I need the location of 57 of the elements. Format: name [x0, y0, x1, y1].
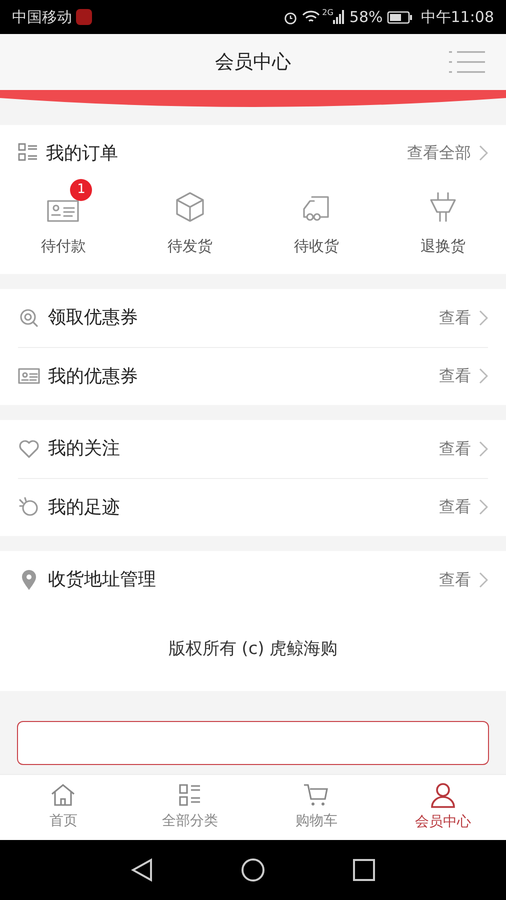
user-icon [430, 782, 456, 808]
order-status-button[interactable]: 待收货 [253, 181, 380, 266]
menu-row[interactable]: 我的关注 查看 [18, 420, 488, 478]
view-link[interactable]: 查看 [439, 364, 488, 388]
change-password-button[interactable] [17, 720, 489, 764]
chevron-right-icon [479, 145, 488, 161]
alarm-icon [283, 10, 298, 24]
view-link[interactable]: 查看 [439, 306, 488, 330]
chevron-right-icon [479, 499, 488, 515]
tab-item[interactable]: 首页 [0, 775, 126, 840]
cart-icon [303, 783, 330, 807]
menu-row[interactable]: 我的优惠券 查看 [18, 346, 488, 404]
id-card-icon [18, 367, 40, 385]
home-icon [50, 783, 76, 807]
menu-row[interactable]: 我的足迹 查看 [18, 478, 488, 536]
location-pin-icon [21, 568, 37, 590]
tab-item[interactable]: 全部分类 [126, 775, 253, 840]
view-all-link[interactable]: 查看全部 [407, 141, 488, 165]
row-label: 我的关注 [48, 437, 120, 461]
copyright-text: 版权所有 (c) 虎鲸海购 [168, 638, 338, 661]
order-status-button[interactable]: 待发货 [126, 181, 253, 266]
order-status-button[interactable]: 1 待付款 [0, 181, 126, 266]
view-link[interactable]: 查看 [439, 568, 488, 592]
tab-item[interactable]: 会员中心 [380, 775, 506, 840]
battery-percent: 58% [349, 6, 383, 28]
box-icon [174, 191, 206, 223]
carrier-name: 中国移动 [12, 6, 72, 28]
row-label: 收货地址管理 [48, 568, 156, 592]
chevron-right-icon [479, 572, 488, 588]
home-circle-icon[interactable] [241, 858, 265, 882]
chevron-right-icon [479, 310, 488, 326]
network-type: 2G [322, 7, 334, 19]
view-link[interactable]: 查看 [439, 495, 488, 519]
view-link[interactable]: 查看 [439, 436, 488, 460]
signal-icon [333, 10, 346, 24]
row-label: 领取优惠券 [48, 306, 138, 330]
heart-icon [18, 438, 40, 458]
back-icon[interactable] [131, 858, 153, 882]
battery-icon [386, 10, 413, 24]
menu-row[interactable]: 收货地址管理 查看 [18, 550, 488, 608]
wifi-icon [302, 10, 320, 24]
row-label: 我的足迹 [48, 496, 120, 520]
clock-time: 中午11:08 [420, 6, 494, 28]
list-icon [18, 143, 38, 163]
chevron-right-icon [479, 368, 488, 384]
chevron-right-icon [479, 440, 488, 456]
section-title: 我的订单 [46, 142, 118, 166]
count-badge: 1 [70, 179, 92, 201]
coupon-search-icon [19, 308, 39, 328]
menu-row[interactable]: 领取优惠券 查看 [18, 288, 488, 346]
page-title: 会员中心 [215, 50, 291, 75]
recent-apps-icon[interactable] [353, 859, 375, 881]
tab-item[interactable]: 购物车 [253, 775, 380, 840]
category-grid-icon [178, 783, 202, 807]
row-label: 我的优惠券 [48, 364, 138, 388]
order-status-button[interactable]: 退换货 [380, 181, 506, 266]
app-notification-icon [76, 9, 92, 25]
